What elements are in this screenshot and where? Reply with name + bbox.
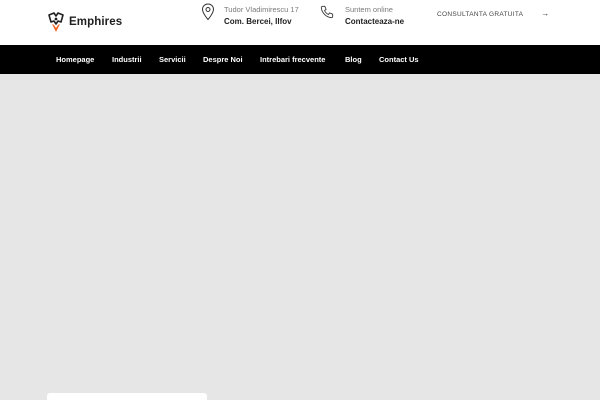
nav-item-homepage[interactable]: Homepage	[56, 45, 94, 74]
arrow-right-icon: →	[541, 9, 550, 18]
brand-name: Emphires	[69, 16, 123, 28]
contact-link[interactable]: Contacteaza-ne	[345, 17, 404, 26]
free-consultation-label: CONSULTANTA GRATUITA	[437, 10, 524, 18]
nav-item-contact-us[interactable]: Contact Us	[379, 45, 419, 74]
hero-section	[0, 74, 600, 400]
free-consultation-button[interactable]: CONSULTANTA GRATUITA →	[437, 9, 549, 19]
nav-item-intrebari-frecvente[interactable]: Intrebari frecvente	[260, 45, 325, 74]
nav-item-servicii[interactable]: Servicii	[159, 45, 186, 74]
phone-line-1: Suntem online	[345, 5, 393, 14]
address-line-2: Com. Bercei, Ilfov	[224, 17, 292, 26]
top-header: Emphires Tudor Vladimirescu 17 Com. Berc…	[0, 0, 600, 45]
nav-item-despre-noi[interactable]: Despre Noi	[203, 45, 243, 74]
main-navigation: Homepage Industrii Servicii Despre Noi I…	[0, 45, 600, 74]
nav-item-industrii[interactable]: Industrii	[112, 45, 142, 74]
address-line-1: Tudor Vladimirescu 17	[224, 5, 299, 14]
content-card	[47, 393, 207, 400]
emphires-logo-icon	[48, 12, 64, 32]
map-pin-icon	[201, 3, 215, 21]
phone-icon	[320, 5, 334, 19]
nav-item-blog[interactable]: Blog	[345, 45, 362, 74]
brand-logo-link[interactable]: Emphires	[47, 10, 122, 34]
